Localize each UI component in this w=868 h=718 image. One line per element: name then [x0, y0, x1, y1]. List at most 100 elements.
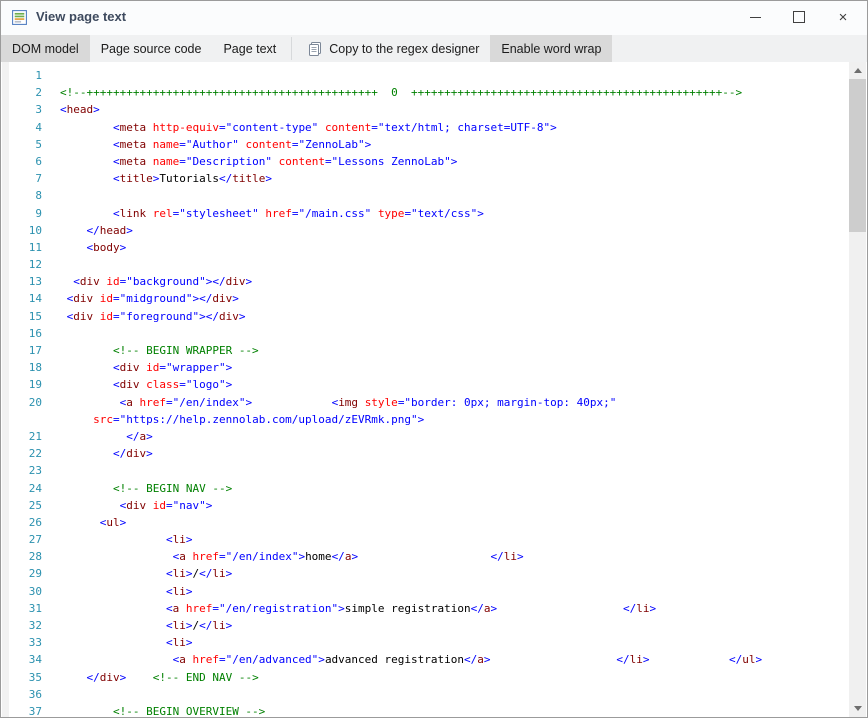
code-line: 19 <div class="logo"> [9, 376, 846, 393]
code-text: </div> [42, 445, 153, 462]
code-line: 24 <!-- BEGIN NAV --> [9, 480, 846, 497]
window-title: View page text [36, 9, 126, 24]
line-number: 25 [9, 497, 42, 514]
tab-label: DOM model [12, 42, 79, 56]
line-number: 20 [9, 394, 42, 411]
enable-word-wrap-button[interactable]: Enable word wrap [490, 35, 612, 62]
code-text: src="https://help.zennolab.com/upload/zE… [42, 411, 424, 428]
line-number: 12 [9, 256, 42, 273]
line-number: 31 [9, 600, 42, 617]
line-number: 14 [9, 290, 42, 307]
scrollbar-thumb[interactable] [849, 79, 866, 232]
line-number: 3 [9, 101, 42, 118]
line-number: 10 [9, 222, 42, 239]
code-text: <!-- BEGIN OVERVIEW --> [42, 703, 265, 717]
line-number: 5 [9, 136, 42, 153]
tab-page-text[interactable]: Page text [212, 35, 287, 62]
line-number: 15 [9, 308, 42, 325]
line-number: 24 [9, 480, 42, 497]
line-number: 16 [9, 325, 42, 342]
line-number: 34 [9, 651, 42, 668]
close-icon: × [839, 10, 848, 25]
maximize-button[interactable] [777, 1, 821, 33]
selection-margin [2, 62, 9, 717]
window-controls: × [733, 1, 865, 33]
code-line: 35 </div> <!-- END NAV --> [9, 669, 846, 686]
code-text: <div id="wrapper"> [42, 359, 232, 376]
code-area[interactable]: 12<!--++++++++++++++++++++++++++++++++++… [9, 67, 846, 717]
code-text [42, 187, 60, 204]
code-text: <ul> [42, 514, 126, 531]
code-text: <!-- BEGIN WRAPPER --> [42, 342, 259, 359]
code-line: 34 <a href="/en/advanced">advanced regis… [9, 651, 846, 668]
tab-label: Page source code [101, 42, 202, 56]
line-number: 28 [9, 548, 42, 565]
code-text: <div id="nav"> [42, 497, 212, 514]
code-text: </head> [42, 222, 133, 239]
code-text: <div id="midground"></div> [42, 290, 239, 307]
scroll-down-button[interactable] [849, 700, 866, 717]
tab-page-source-code[interactable]: Page source code [90, 35, 213, 62]
line-number: 19 [9, 376, 42, 393]
code-line: 15 <div id="foreground"></div> [9, 308, 846, 325]
vertical-scrollbar[interactable] [849, 62, 866, 717]
tab-dom-model[interactable]: DOM model [1, 35, 90, 62]
code-text: <a href="/en/registration">simple regist… [42, 600, 656, 617]
line-number: 17 [9, 342, 42, 359]
code-line: 30 <li> [9, 583, 846, 600]
arrow-up-icon [854, 68, 862, 73]
code-text: <meta name="Description" content="Lesson… [42, 153, 457, 170]
code-text: <a href="/en/index"> <img style="border:… [42, 394, 616, 411]
code-line: 13 <div id="background"></div> [9, 273, 846, 290]
code-line: 7 <title>Tutorials</title> [9, 170, 846, 187]
code-line: 11 <body> [9, 239, 846, 256]
code-line: 20 <a href="/en/index"> <img style="bord… [9, 394, 846, 411]
toolbar: DOM model Page source code Page text Cop… [1, 35, 867, 62]
page-text-icon [11, 9, 28, 26]
code-line: 37 <!-- BEGIN OVERVIEW --> [9, 703, 846, 717]
code-text: <a href="/en/index">home</a> </li> [42, 548, 524, 565]
code-line: 5 <meta name="Author" content="ZennoLab"… [9, 136, 846, 153]
view-page-text-window: View page text × DOM model Page source c… [0, 0, 868, 718]
code-text: <a href="/en/advanced">advanced registra… [42, 651, 762, 668]
line-number: 37 [9, 703, 42, 717]
code-line: 2<!--+++++++++++++++++++++++++++++++++++… [9, 84, 846, 101]
line-number: 27 [9, 531, 42, 548]
line-number: 22 [9, 445, 42, 462]
code-text: <li>/</li> [42, 617, 232, 634]
line-number: 26 [9, 514, 42, 531]
code-line: 10 </head> [9, 222, 846, 239]
line-number: 8 [9, 187, 42, 204]
line-number: 35 [9, 669, 42, 686]
code-text: <!--++++++++++++++++++++++++++++++++++++… [42, 84, 742, 101]
line-number: 33 [9, 634, 42, 651]
code-text [42, 325, 60, 342]
tab-label: Page text [223, 42, 276, 56]
code-text: <head> [42, 101, 100, 118]
code-line: 4 <meta http-equiv="content-type" conten… [9, 119, 846, 136]
copy-to-regex-designer-button[interactable]: Copy to the regex designer [296, 35, 490, 62]
minimize-button[interactable] [733, 1, 777, 33]
code-line: 22 </div> [9, 445, 846, 462]
line-number [9, 411, 42, 428]
code-text: <li> [42, 634, 192, 651]
line-number: 21 [9, 428, 42, 445]
code-line: 1 [9, 67, 846, 84]
button-label: Enable word wrap [501, 42, 601, 56]
code-text [42, 462, 60, 479]
code-viewer: 12<!--++++++++++++++++++++++++++++++++++… [2, 62, 866, 717]
code-line: 3<head> [9, 101, 846, 118]
titlebar: View page text × [1, 1, 867, 35]
code-line: 17 <!-- BEGIN WRAPPER --> [9, 342, 846, 359]
code-text: <li> [42, 531, 192, 548]
line-number: 36 [9, 686, 42, 703]
line-number: 6 [9, 153, 42, 170]
code-line: 14 <div id="midground"></div> [9, 290, 846, 307]
code-text [42, 686, 60, 703]
code-line: 8 [9, 187, 846, 204]
close-button[interactable]: × [821, 1, 865, 33]
line-number: 2 [9, 84, 42, 101]
scroll-up-button[interactable] [849, 62, 866, 79]
line-number: 1 [9, 67, 42, 84]
code-text: <div id="background"></div> [42, 273, 252, 290]
